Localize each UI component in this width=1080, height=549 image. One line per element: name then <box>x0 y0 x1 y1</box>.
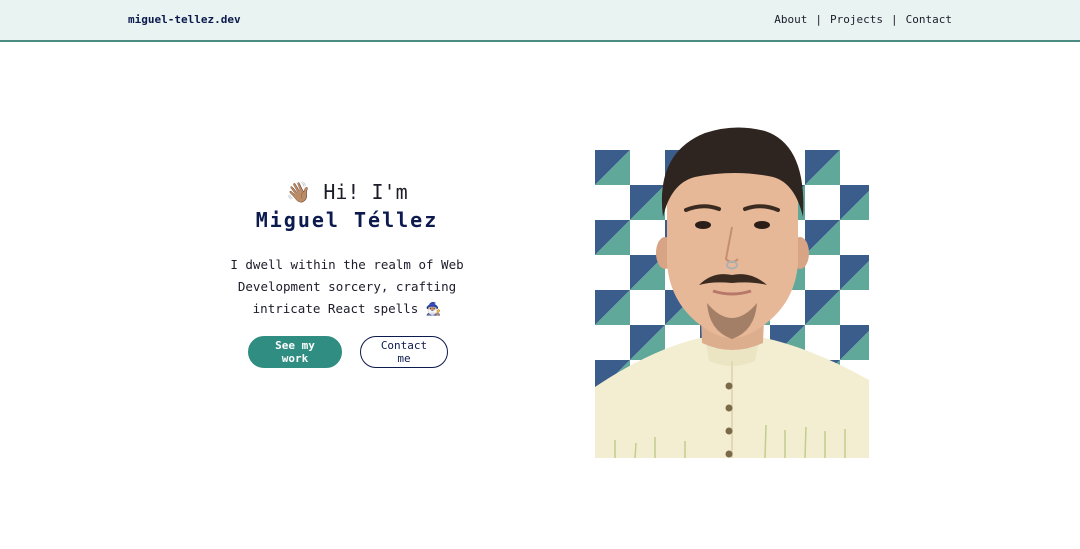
profile-photo <box>595 125 869 458</box>
description-line-text: intricate React spells <box>252 301 419 316</box>
nav-link-about[interactable]: About <box>774 13 807 26</box>
see-my-work-button[interactable]: See my work <box>248 336 342 368</box>
description-line: Development sorcery, crafting <box>237 279 457 294</box>
greeting-text: Hi! I'm <box>323 180 408 204</box>
site-brand-link[interactable]: miguel-tellez.dev <box>128 13 241 26</box>
description-line: I dwell within the realm of Web <box>230 257 464 272</box>
nav-link-contact[interactable]: Contact <box>906 13 952 26</box>
description-line-last: intricate React spells 🧙🏽‍♂️ <box>187 298 507 320</box>
hero-name: Miguel Téllez <box>255 208 439 232</box>
hero-actions: See my work Contact me <box>248 336 448 368</box>
hero-intro: 👋🏽 Hi! I'm Miguel Téllez I dwell within … <box>187 178 507 320</box>
contact-me-button[interactable]: Contact me <box>360 336 448 368</box>
nav-separator: | <box>891 13 898 26</box>
wizard-icon: 🧙🏽‍♂️ <box>425 301 442 316</box>
nav-link-projects[interactable]: Projects <box>830 13 883 26</box>
hero-description: I dwell within the realm of Web Developm… <box>187 254 507 320</box>
nav-menu: About | Projects | Contact <box>774 13 952 26</box>
waving-hand-icon: 👋🏽 <box>286 180 312 204</box>
hero-greeting-line: 👋🏽 Hi! I'm <box>187 178 507 206</box>
nav-separator: | <box>815 13 823 26</box>
top-navbar: miguel-tellez.dev About | Projects | Con… <box>0 0 1080 42</box>
